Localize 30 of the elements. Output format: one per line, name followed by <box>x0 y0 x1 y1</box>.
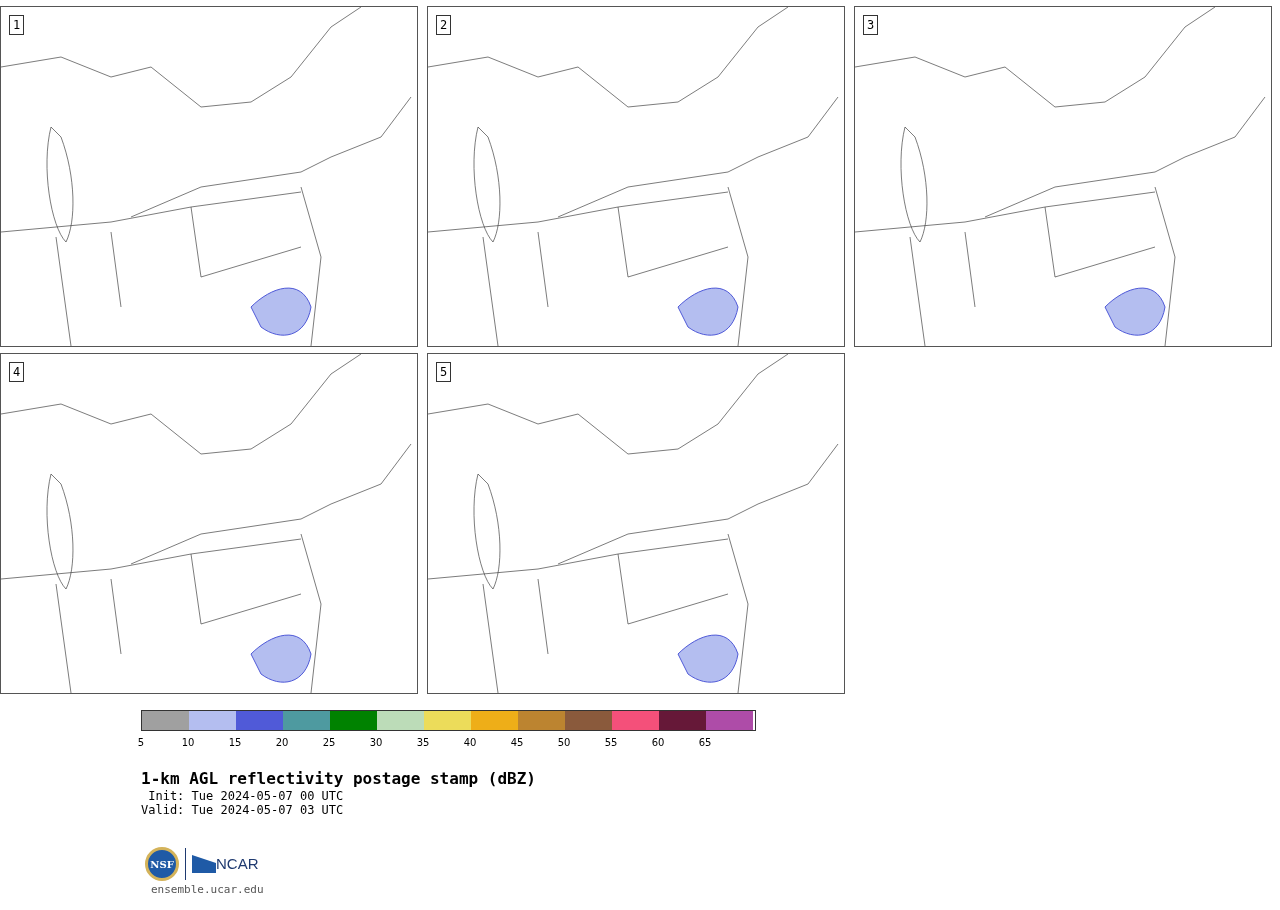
panel-number: 4 <box>9 362 25 382</box>
colorbar-tick-label: 25 <box>322 737 336 749</box>
colorbar-tick-label: 30 <box>369 737 383 749</box>
colorbar-tick-label: 35 <box>416 737 430 749</box>
panel-number: 1 <box>9 15 25 35</box>
init-time: Init: Tue 2024-05-07 00 UTC <box>147 789 345 803</box>
site-address: ensemble.ucar.edu <box>151 883 264 897</box>
panel-number: 2 <box>436 15 452 35</box>
ncar-swoosh-icon <box>192 855 216 873</box>
colorbar-tick-label: 50 <box>557 737 571 749</box>
radar-echo-drawing <box>677 287 739 336</box>
panel-number: 5 <box>436 362 452 382</box>
colorbar-tick-label: 60 <box>651 737 665 749</box>
colorbar-tick-label: 65 <box>698 737 712 749</box>
chart-title: 1-km AGL reflectivity postage stamp (dBZ) <box>141 769 537 789</box>
ncar-logo-text: NCAR <box>216 853 259 874</box>
colorbar-tick-label: 45 <box>510 737 524 749</box>
colorbar-tick-label: 20 <box>275 737 289 749</box>
colorbar-tick-label: 55 <box>604 737 618 749</box>
radar-echo-drawing <box>250 634 312 683</box>
nsf-logo: NSF <box>145 847 179 881</box>
colorbar-tick-label: 5 <box>137 737 145 749</box>
radar-echo-drawing <box>1104 287 1166 336</box>
colorbar-tick-label: 10 <box>181 737 195 749</box>
panel-number: 3 <box>863 15 879 35</box>
radar-echo-drawing <box>677 634 739 683</box>
colorbar-tick-label: 40 <box>463 737 477 749</box>
valid-time: Valid: Tue 2024-05-07 03 UTC <box>141 803 345 817</box>
colorbar-tick-label: 15 <box>228 737 242 749</box>
radar-echo-drawing <box>250 287 312 336</box>
